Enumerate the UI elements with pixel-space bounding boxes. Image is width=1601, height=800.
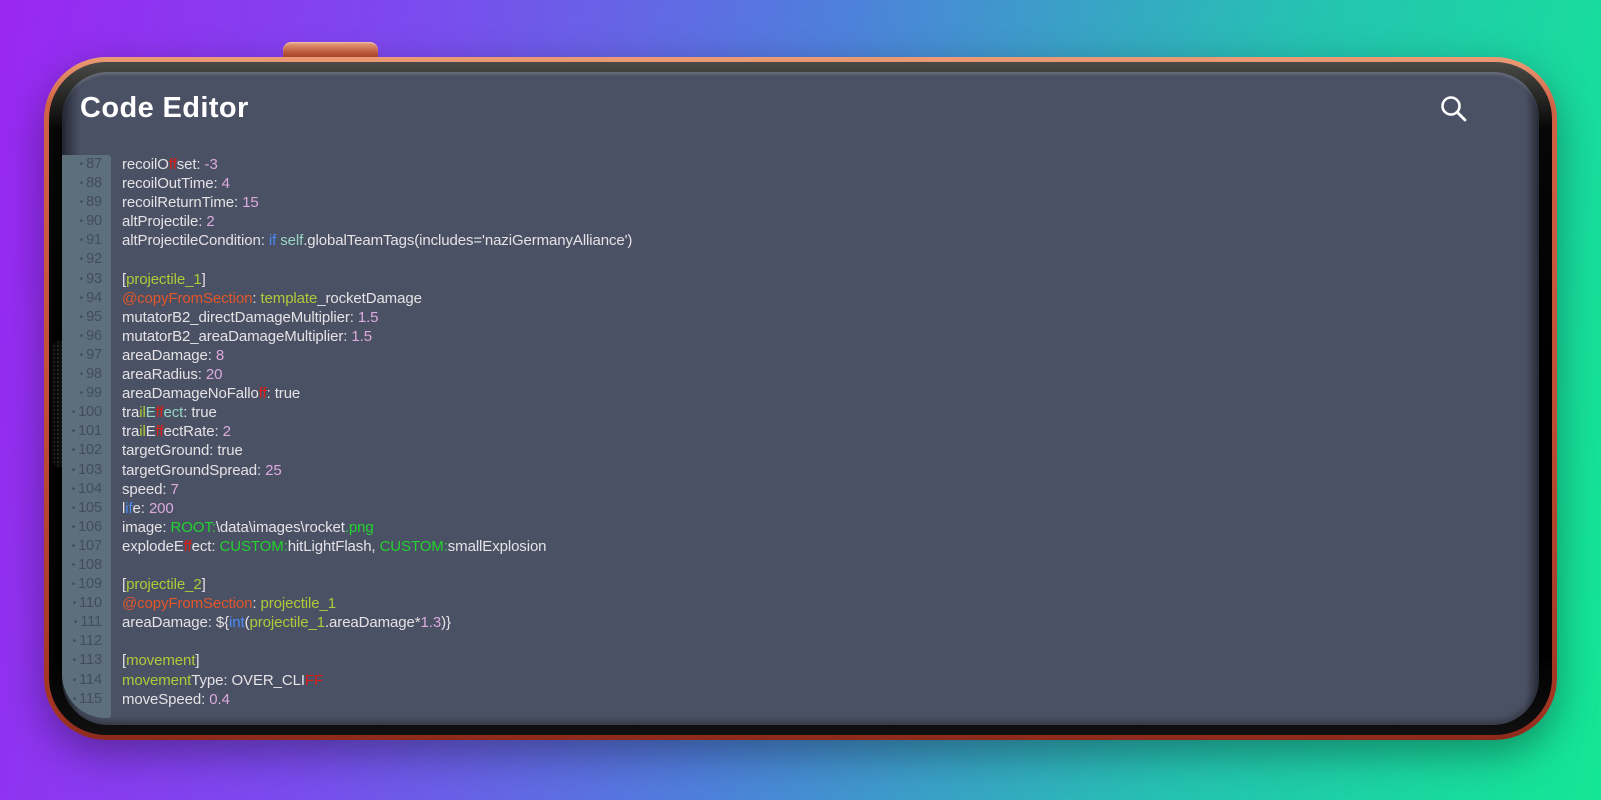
code-line[interactable]: • 107 explodeEffect: CUSTOM:hitLightFlash,… [62,537,1539,556]
code-line[interactable]: • 98 areaRadius: 20 [62,365,1539,384]
code-text: @copyFromSection: projectile_1 [122,595,336,613]
code-line[interactable]: • 87 recoilOffset: -3 [62,155,1539,174]
line-number: • 113 [72,652,102,669]
line-number: • 108 [71,556,102,573]
code-text: recoilOutTime: 4 [122,175,230,193]
code-text: areaRadius: 20 [122,366,223,384]
code-text: life: 200 [122,499,174,517]
line-number: • 106 [71,518,102,535]
code-line[interactable]: • 115 moveSpeed: 0.4 [62,690,1539,709]
line-number: • 107 [71,537,102,554]
code-text: [projectile_2] [122,576,206,594]
code-line[interactable]: • 99 areaDamageNoFalloff: true [62,384,1539,403]
code-line[interactable]: • 92 [62,250,1539,269]
line-number: • 101 [71,423,102,440]
code-line[interactable]: • 104 speed: 7 [62,480,1539,499]
line-number: • 112 [72,633,102,650]
line-number: • 102 [71,442,102,459]
code-text: recoilOffset: -3 [122,156,218,173]
code-text: mutatorB2_areaDamageMultiplier: 1.5 [122,327,372,345]
line-number: • 103 [71,461,102,478]
line-number: • 114 [72,671,102,688]
line-number: • 89 [79,194,102,211]
code-text: recoilReturnTime: 15 [122,194,259,212]
code-line[interactable]: • 105 life: 200 [62,499,1539,518]
line-number: • 88 [79,175,102,192]
code-line[interactable]: • 111 areaDamage: ${int(projectile_1.areaD… [62,613,1539,632]
code-text: @copyFromSection: template_rocketDamage [122,289,422,307]
code-line[interactable]: • 89 recoilReturnTime: 15 [62,193,1539,212]
line-number: • 94 [79,289,102,306]
code-line[interactable]: • 90 altProjectile: 2 [62,212,1539,231]
line-number: • 91 [79,232,102,249]
code-line[interactable]: • 102 targetGround: true [62,441,1539,460]
code-line[interactable]: • 88 recoilOutTime: 4 [62,174,1539,193]
code-text: trailEffectRate: 2 [122,423,231,441]
code-text: altProjectile: 2 [122,213,215,231]
line-number: • 105 [71,499,102,516]
code-text: moveSpeed: 0.4 [122,690,230,708]
line-number: • 115 [72,690,102,707]
code-line[interactable]: • 91 altProjectileCondition: if self.globa… [62,231,1539,250]
code-text: speed: 7 [122,480,179,498]
code-text: targetGround: true [122,442,243,460]
line-number: • 90 [79,213,102,230]
line-number: • 95 [79,308,102,325]
code-text: areaDamage: ${int(projectile_1.areaDamag… [122,614,451,632]
line-number: • 93 [79,270,102,287]
line-number: • 87 [79,156,102,172]
code-line[interactable]: • 114 movementType: OVER_CLIFF [62,671,1539,690]
line-number: • 111 [73,614,102,631]
code-text: [projectile_1] [122,270,206,288]
code-line[interactable]: • 95 mutatorB2_directDamageMultiplier: 1.5 [62,308,1539,327]
code-line[interactable]: • 109 [projectile_2] [62,575,1539,594]
line-number: • 110 [72,595,102,612]
code-line[interactable]: • 96 mutatorB2_areaDamageMultiplier: 1.5 [62,327,1539,346]
line-number: • 92 [79,251,102,268]
phone-screen: Code Editor • 87 recoilOffset: -3 • 88 recoil… [62,72,1539,725]
code-line[interactable]: • 93 [projectile_1] [62,270,1539,289]
code-line[interactable]: • 94 @copyFromSection: template_rocketDama… [62,289,1539,308]
code-text: mutatorB2_directDamageMultiplier: 1.5 [122,308,379,326]
code-text: image: ROOT:\data\images\rocket.png [122,518,374,536]
code-text: areaDamageNoFalloff: true [122,385,301,403]
code-text: trailEffect: true [122,404,217,422]
code-line[interactable]: • 100 trailEffect: true [62,403,1539,422]
line-number: • 109 [71,576,102,593]
page-title: Code Editor [80,92,249,124]
code-line[interactable]: • 97 areaDamage: 8 [62,346,1539,365]
code-lines[interactable]: • 87 recoilOffset: -3 • 88 recoilOutTime: 4 • 8… [62,155,1539,709]
code-line[interactable]: • 103 targetGroundSpread: 25 [62,461,1539,480]
code-line[interactable]: • 106 image: ROOT:\data\images\rocket.png [62,518,1539,537]
code-text: targetGroundSpread: 25 [122,461,282,479]
line-number: • 98 [79,366,102,383]
code-text: altProjectileCondition: if self.globalTe… [122,232,633,250]
line-number: • 96 [79,327,102,344]
line-number: • 100 [71,404,102,421]
code-text: explodeEffect: CUSTOM:hitLightFlash, CUS… [122,537,547,555]
code-text: areaDamage: 8 [122,346,225,364]
code-line[interactable]: • 108 [62,556,1539,575]
code-line[interactable]: • 101 trailEffectRate: 2 [62,422,1539,441]
code-line[interactable]: • 112 [62,632,1539,651]
search-icon[interactable] [1437,93,1471,127]
line-number: • 104 [71,480,102,497]
code-text: [movement] [122,652,200,670]
line-number: • 99 [79,385,102,402]
code-line[interactable]: • 110 @copyFromSection: projectile_1 [62,594,1539,613]
code-line[interactable]: • 113 [movement] [62,651,1539,670]
line-number: • 97 [79,346,102,363]
code-text: movementType: OVER_CLIFF [122,671,324,689]
